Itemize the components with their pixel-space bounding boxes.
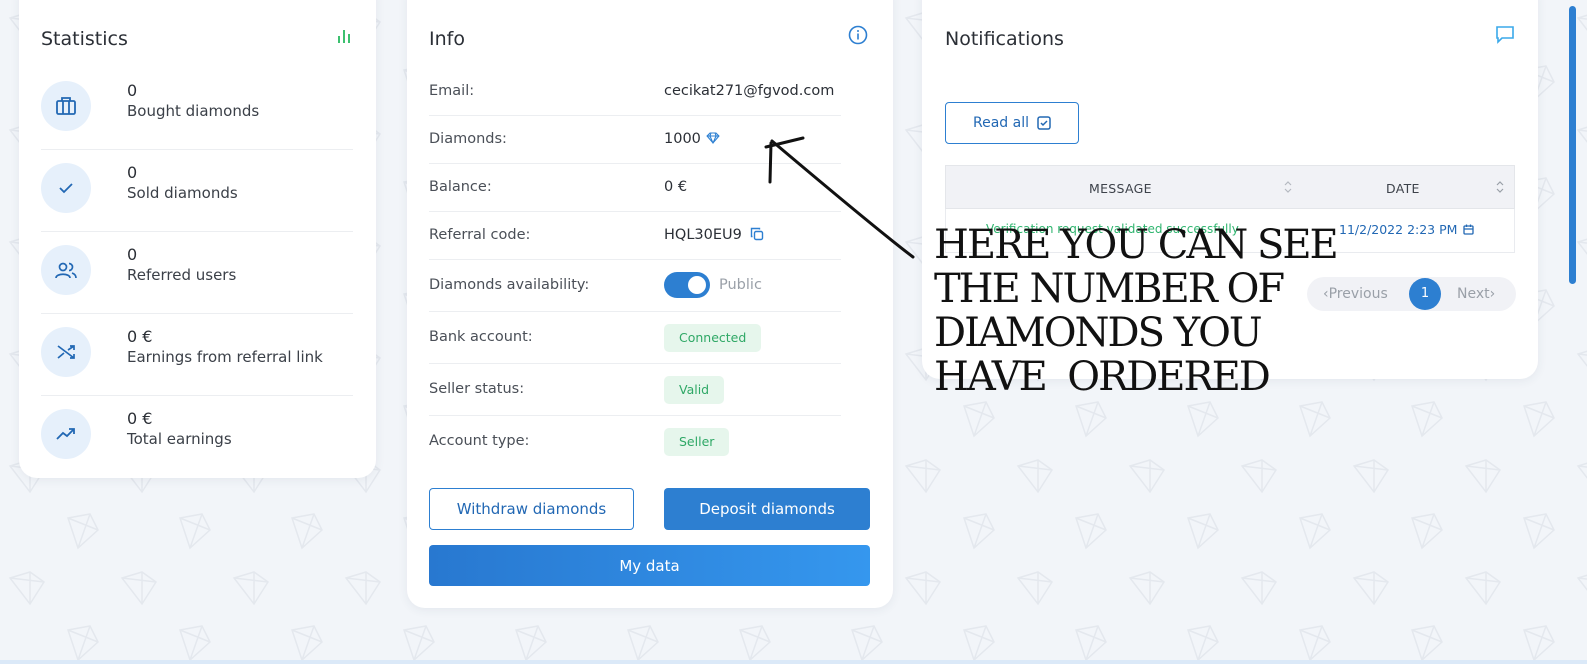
annotation-line: THE NUMBER OF: [934, 266, 1285, 312]
bottom-divider: [0, 660, 1587, 664]
annotation-line: HERE YOU CAN SEE: [934, 222, 1339, 268]
scrollbar-thumb[interactable]: [1569, 6, 1576, 284]
annotation-line: HAVE ORDERED: [934, 354, 1271, 400]
annotation-text: HERE YOU CAN SEE THE NUMBER OF DIAMONDS …: [934, 223, 1354, 399]
annotation-line: DIAMONDS YOU: [934, 310, 1263, 356]
